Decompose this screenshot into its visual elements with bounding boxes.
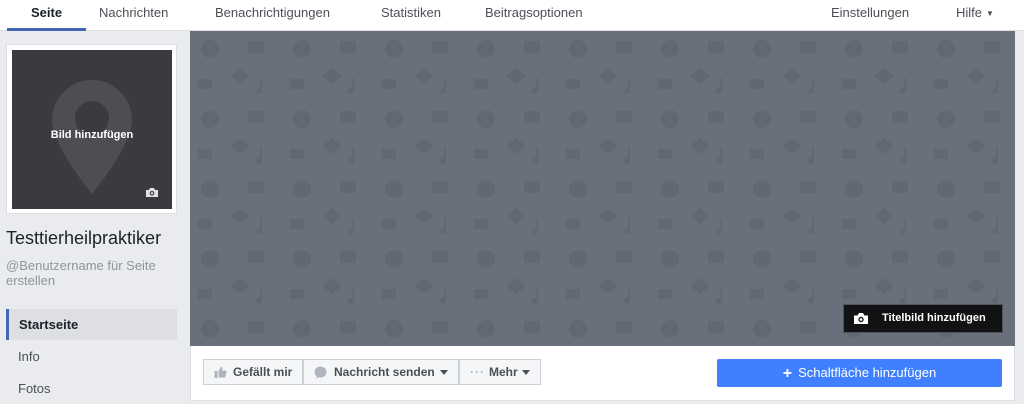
profile-picture-placeholder[interactable]: Bild hinzufügen	[12, 50, 172, 209]
cover-pattern	[190, 31, 1015, 346]
add-cover-photo-button[interactable]: Titelbild hinzufügen	[843, 304, 1003, 333]
send-message-button[interactable]: Nachricht senden	[303, 359, 459, 385]
tab-messages[interactable]: Nachrichten	[99, 0, 168, 31]
messenger-icon	[314, 366, 327, 379]
tab-settings[interactable]: Einstellungen	[831, 0, 909, 31]
like-label: Gefällt mir	[233, 365, 293, 379]
page-title: Testtierheilpraktiker	[6, 228, 162, 248]
more-label: Mehr	[489, 365, 518, 379]
sidebar-item-home[interactable]: Startseite	[6, 309, 177, 340]
more-button[interactable]: ··· Mehr	[459, 359, 541, 385]
cover-photo-placeholder[interactable]	[190, 31, 1015, 346]
add-cover-label: Titelbild hinzufügen	[882, 312, 986, 324]
tab-insights[interactable]: Statistiken	[381, 0, 441, 31]
thumbs-up-icon	[214, 366, 227, 378]
create-username-link[interactable]: @Benutzername für Seite erstellen	[6, 258, 181, 288]
tab-page[interactable]: Seite	[6, 0, 87, 31]
profile-picture-card: Bild hinzufügen	[6, 44, 177, 214]
like-button[interactable]: Gefällt mir	[203, 359, 303, 385]
caret-down-icon	[440, 370, 448, 375]
caret-down-icon	[522, 370, 530, 375]
camera-icon	[854, 313, 868, 324]
sidebar-item-photos[interactable]: Fotos	[6, 373, 177, 404]
add-button-cta[interactable]: + Schaltfläche hinzufügen	[717, 359, 1002, 387]
more-dots-icon: ···	[470, 365, 485, 379]
caret-down-icon: ▼	[986, 9, 994, 18]
send-message-label: Nachricht senden	[334, 365, 435, 379]
camera-icon[interactable]	[145, 187, 159, 198]
tab-notifications[interactable]: Benachrichtigungen	[215, 0, 330, 31]
add-photo-label: Bild hinzufügen	[50, 129, 134, 141]
plus-icon: +	[782, 365, 793, 382]
help-label: Hilfe	[956, 5, 983, 20]
help-menu[interactable]: Hilfe ▼	[956, 0, 994, 31]
sidebar-item-info[interactable]: Info	[6, 341, 177, 372]
add-button-label: Schaltfläche hinzufügen	[798, 365, 937, 380]
page-tab-bar: Seite Nachrichten Benachrichtigungen Sta…	[0, 0, 1024, 31]
tab-publishing-tools[interactable]: Beitragsoptionen	[485, 0, 583, 31]
